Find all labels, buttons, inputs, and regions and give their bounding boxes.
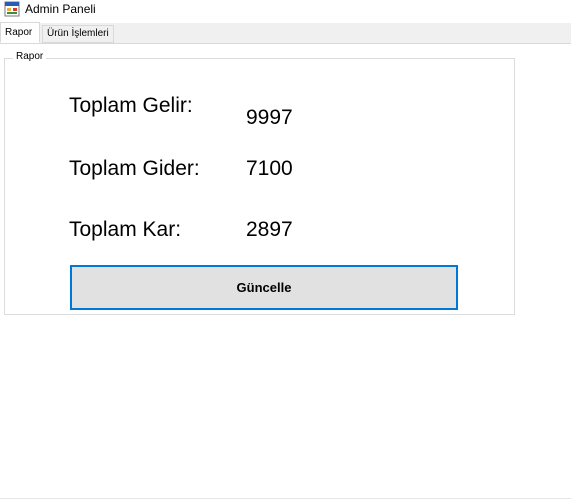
update-button[interactable]: Güncelle <box>70 265 458 310</box>
total-expense-label: Toplam Gider: <box>69 157 200 180</box>
groupbox-title: Rapor <box>13 51 47 62</box>
total-income-value: 9997 <box>246 106 293 129</box>
tab-page-rapor: Rapor Toplam Gelir: 9997 Toplam Gider: 7… <box>0 44 571 498</box>
total-profit-value: 2897 <box>246 218 293 241</box>
report-groupbox: Rapor Toplam Gelir: 9997 Toplam Gider: 7… <box>4 51 515 315</box>
app-form-icon <box>4 1 20 17</box>
admin-window: Admin Paneli Rapor Ürün İşlemleri Rapor … <box>0 0 571 499</box>
window-title: Admin Paneli <box>25 2 96 16</box>
tab-rapor[interactable]: Rapor <box>0 22 40 43</box>
tab-urun-islemleri[interactable]: Ürün İşlemleri <box>42 25 114 43</box>
total-profit-label: Toplam Kar: <box>69 218 182 241</box>
tab-strip: Rapor Ürün İşlemleri <box>0 22 571 44</box>
total-income-label: Toplam Gelir: <box>69 94 193 117</box>
title-bar[interactable]: Admin Paneli <box>0 0 571 22</box>
total-expense-value: 7100 <box>246 157 293 180</box>
